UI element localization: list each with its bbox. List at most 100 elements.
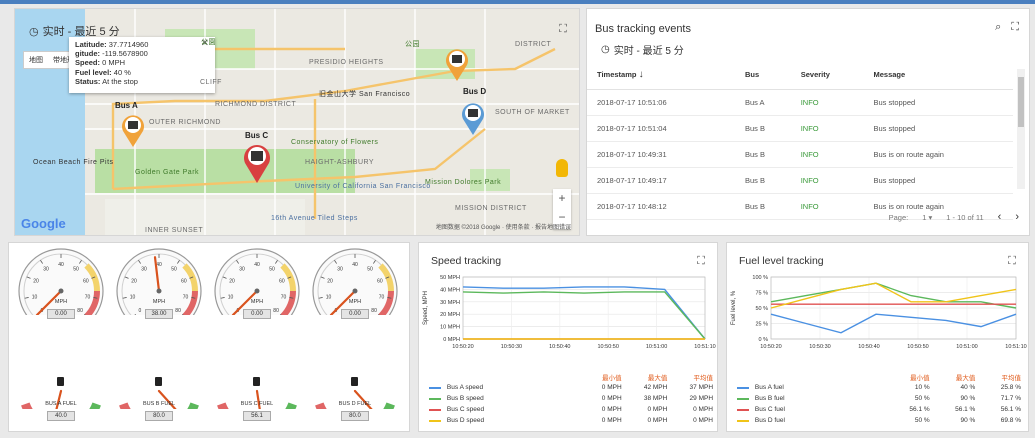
- legend-column-header: 平均值: [1001, 374, 1022, 382]
- table-row[interactable]: 2018-07-17 10:51:06 Bus A INFO Bus stopped: [587, 89, 1013, 116]
- speed-tracking-panel: Speed tracking ⛶ Speed, MPH 0 MPH 10 MPH 20…: [418, 242, 718, 432]
- x-tick-label: 10:50:40: [549, 344, 570, 350]
- table-row[interactable]: 2018-07-17 10:49:17 Bus B INFO Bus stopped: [587, 167, 1013, 194]
- legend-value: 0 MPH: [647, 417, 668, 424]
- fuel-line-chart[interactable]: Fuel level, % 0 % 25 % 50 % 75 % 100 % 10:50:2…: [727, 271, 1030, 371]
- speed-gauge: 01020304050607080MPH0.00: [15, 245, 107, 335]
- fuel-fullscreen-icon[interactable]: ⛶: [1006, 255, 1018, 267]
- gauge-tick-label: 80: [77, 308, 83, 314]
- speed-line-chart[interactable]: Speed, MPH 0 MPH 10 MPH 20 MPH 30 MPH 40 MPH 5…: [419, 271, 719, 371]
- gauge-tick-label: 30: [337, 267, 343, 273]
- table-row[interactable]: 2018-07-17 10:49:31 Bus B INFO Bus is on ro…: [587, 141, 1013, 168]
- gauge-tick-label: 60: [83, 279, 89, 285]
- gauge-readout: 40.0: [47, 411, 75, 421]
- pager-range: 1 - 10 of 11: [946, 212, 984, 222]
- legend-value: 71.7 %: [1000, 395, 1022, 402]
- table-row[interactable]: 2018-07-17 10:51:04 Bus B INFO Bus stopped: [587, 115, 1013, 142]
- pager-page-select[interactable]: 1 ▾: [922, 213, 932, 222]
- map-label: PRESIDIO HEIGHTS: [309, 59, 384, 66]
- legend-row[interactable]: Bus D speed 0 MPH 0 MPH 0 MPH: [427, 415, 713, 426]
- speed-legend: 最小值 最大值 平均值 Bus A speed 0 MPH 42 MPH 37 MPH Bus…: [427, 371, 713, 426]
- legend-row[interactable]: Bus C speed 0 MPH 0 MPH 0 MPH: [427, 404, 713, 415]
- legend-swatch: [737, 386, 749, 389]
- x-tick-label: 10:50:30: [809, 344, 830, 350]
- legend-value: 0 MPH: [601, 406, 622, 413]
- map-label: Conservatory of Flowers: [291, 139, 379, 146]
- col-severity[interactable]: Severity: [790, 61, 864, 90]
- gauge-tick-label: 80: [273, 308, 279, 314]
- next-page-icon[interactable]: ›: [1015, 211, 1019, 223]
- x-tick-label: 10:51:00: [956, 344, 977, 350]
- legend-row[interactable]: Bus C fuel 56.1 % 56.1 % 56.1 %: [735, 404, 1021, 415]
- map-fullscreen-icon[interactable]: ⛶: [557, 23, 569, 35]
- bus-a-marker-icon[interactable]: [119, 113, 147, 149]
- map-tab-map[interactable]: 地图: [24, 52, 48, 68]
- legend-value: 0 MPH: [601, 395, 622, 402]
- bus-events-panel: Bus tracking events ⌕ ⛶ ◷ 实时 - 最近 5 分 Ti…: [586, 8, 1030, 236]
- search-icon[interactable]: ⌕: [995, 21, 1001, 34]
- legend-row[interactable]: Bus B speed 0 MPH 38 MPH 29 MPH: [427, 393, 713, 404]
- legend-row[interactable]: Bus B fuel 50 % 90 % 71.7 %: [735, 393, 1021, 404]
- clock-icon: ◷: [29, 25, 39, 38]
- legend-row[interactable]: Bus D fuel 50 % 90 % 69.8 %: [735, 415, 1021, 426]
- legend-column-header: 最大值: [955, 374, 976, 382]
- speed-fullscreen-icon[interactable]: ⛶: [695, 255, 707, 267]
- legend-value: 0 MPH: [601, 384, 622, 391]
- y-tick-label: 75 %: [755, 291, 768, 297]
- scrollbar-thumb[interactable]: [1018, 77, 1024, 127]
- legend-swatch: [429, 397, 441, 400]
- popup-line-longitude: gitude: -119.5678900: [75, 49, 148, 59]
- bus-b-marker-icon[interactable]: [443, 47, 471, 83]
- speed-gauge: 0 10 20 30 40 50 60 70 80 MPH 38.00: [113, 245, 205, 335]
- col-timestamp[interactable]: Timestamp ↓: [587, 61, 735, 90]
- events-scrollbar[interactable]: [1017, 69, 1025, 189]
- fuel-gauge: BUS C FUEL 56.1: [211, 339, 303, 434]
- gauge-readout: 56.1: [243, 411, 271, 421]
- gauge-label: MPH: [54, 299, 68, 305]
- map-label: SOUTH OF MARKET: [495, 109, 570, 116]
- zoom-in-button[interactable]: +: [553, 189, 571, 208]
- map-label: INNER SUNSET: [145, 227, 204, 234]
- popup-line-speed: Speed: 0 MPH: [75, 58, 126, 68]
- legend-value: 29 MPH: [689, 395, 714, 402]
- x-tick-label: 10:50:30: [501, 344, 522, 350]
- gauge-readout: 0.00: [47, 309, 75, 319]
- col-bus[interactable]: Bus: [734, 61, 791, 90]
- bus-map-panel[interactable]: ◷ 实时 - 最近 5 分 ⛶ 地图 带地形 Latitude: 37.7714…: [14, 8, 580, 236]
- map-attribution[interactable]: 地图数据 ©2018 Google · 使用条款 · 报告地图错误: [436, 222, 571, 231]
- col-message[interactable]: Message: [863, 61, 1013, 90]
- gauge-label: BUS A FUEL: [45, 401, 77, 407]
- sort-desc-icon: ↓: [638, 69, 644, 81]
- series-line: [462, 291, 706, 340]
- legend-value: 56.1 %: [955, 406, 976, 413]
- bus-d-marker-icon[interactable]: [459, 101, 487, 137]
- events-time-range[interactable]: ◷ 实时 - 最近 5 分: [601, 42, 684, 57]
- map-label: HAIGHT-ASHBURY: [305, 159, 375, 166]
- gauge-readout: 0.00: [243, 309, 271, 319]
- legend-series-name: Bus A fuel: [754, 384, 784, 391]
- legend-series-name: Bus D fuel: [754, 417, 785, 424]
- gauge-tick-label: 60: [279, 279, 285, 285]
- bus-c-marker-icon[interactable]: [241, 143, 273, 185]
- gauge-readout: 80.0: [341, 411, 369, 421]
- legend-value: 37 MPH: [689, 384, 714, 391]
- y-axis-label: Fuel level, %: [731, 290, 737, 325]
- gauge-tick-label: 60: [181, 279, 187, 285]
- fuel-tracking-panel: Fuel level tracking ⛶ Fuel level, % 0 % 25…: [726, 242, 1029, 432]
- gauge-tick-label: 20: [229, 279, 235, 285]
- gauge-tick-label: 50: [367, 267, 373, 273]
- gauge-tick-label: 30: [43, 267, 49, 273]
- gauge-label: BUS D FUEL: [338, 401, 372, 407]
- legend-series-name: Bus C speed: [446, 406, 485, 413]
- gauge-tick-label: 50: [171, 267, 177, 273]
- street-view-pegman-icon[interactable]: [556, 159, 568, 177]
- gauge-label: BUS B FUEL: [142, 401, 176, 407]
- legend-row[interactable]: Bus A speed 0 MPH 42 MPH 37 MPH: [427, 382, 713, 393]
- gauge-tick-label: 20: [131, 279, 137, 285]
- legend-swatch: [737, 408, 749, 411]
- map-label: 公園: [201, 39, 216, 46]
- legend-row[interactable]: Bus A fuel 10 % 40 % 25.8 %: [735, 382, 1021, 393]
- map-label: Ocean Beach Fire Pits: [33, 159, 114, 166]
- fullscreen-icon[interactable]: ⛶: [1011, 21, 1019, 34]
- prev-page-icon[interactable]: ‹: [998, 211, 1002, 223]
